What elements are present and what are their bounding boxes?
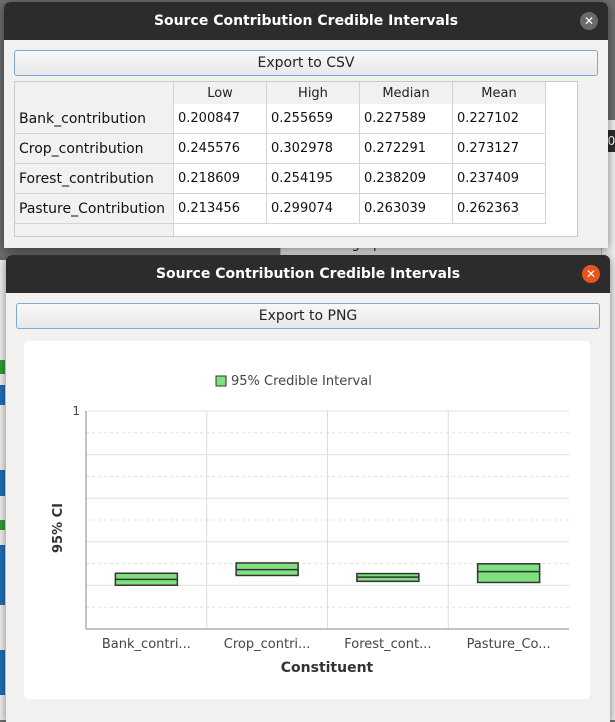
table-cell[interactable]: 0.245576 [173, 133, 267, 164]
table-cell[interactable]: 0.227102 [452, 104, 546, 134]
table-cell[interactable]: 0.218609 [173, 163, 267, 194]
row-header-empty [15, 223, 174, 236]
chart-window: Source Contribution Credible Intervals ✕… [6, 255, 610, 722]
table-cell[interactable]: 0.255659 [266, 104, 360, 134]
table-cell[interactable]: 0.302978 [266, 133, 360, 164]
gridlines [86, 410, 569, 629]
table-cell[interactable]: 0.273127 [452, 133, 546, 164]
x-tick-label: Pasture_Co... [467, 637, 551, 652]
table-row: Pasture_Contribution 0.213456 0.299074 0… [15, 193, 546, 224]
column-header-mean[interactable]: Mean [452, 82, 546, 104]
x-axis-label: Constituent [281, 660, 374, 676]
row-header[interactable]: Pasture_Contribution [15, 193, 174, 224]
chart-panel: 95% Credible Interval 1 Bank_contri... Cro… [24, 341, 590, 699]
table-cell[interactable]: 0.238209 [359, 163, 453, 194]
chart-window-title: Source Contribution Credible Intervals [155, 266, 461, 282]
background-marker [0, 385, 5, 405]
x-tick-label: Crop_contri... [224, 637, 311, 652]
table-row: Crop_contribution 0.245576 0.302978 0.27… [15, 133, 546, 164]
table-cell[interactable]: 0.263039 [359, 193, 453, 224]
background-marker [0, 650, 5, 695]
row-header[interactable]: Bank_contribution [15, 104, 174, 134]
close-icon[interactable]: ✕ [582, 265, 600, 283]
table-window: Source Contribution Credible Intervals ✕… [4, 2, 608, 248]
table-cell[interactable]: 0.237409 [452, 163, 546, 194]
table-window-titlebar[interactable]: Source Contribution Credible Intervals ✕ [4, 2, 608, 40]
table-cell[interactable]: 0.254195 [266, 163, 360, 194]
table-row: Forest_contribution 0.218609 0.254195 0.… [15, 163, 546, 194]
table-empty-area [174, 224, 546, 237]
legend-label: 95% Credible Interval [231, 374, 372, 389]
table-window-title: Source Contribution Credible Intervals [153, 13, 459, 29]
row-header[interactable]: Crop_contribution [15, 133, 174, 164]
table-cell[interactable]: 0.299074 [266, 193, 360, 224]
background-marker [0, 470, 5, 496]
column-header-median[interactable]: Median [359, 82, 453, 104]
table-cell[interactable]: 0.272291 [359, 133, 453, 164]
table-cell[interactable]: 0.213456 [173, 193, 267, 224]
table-cell[interactable]: 0.200847 [173, 104, 267, 134]
export-csv-button[interactable]: Export to CSV [14, 50, 598, 76]
table-header-row: Low High Median Mean [15, 82, 546, 104]
table-corner [15, 82, 174, 104]
close-icon[interactable]: ✕ [580, 12, 598, 30]
column-header-high[interactable]: High [266, 82, 360, 104]
y-tick-label: 1 [72, 404, 80, 418]
table-cell[interactable]: 0.227589 [359, 104, 453, 134]
legend-swatch [215, 375, 227, 387]
background-marker [0, 520, 5, 530]
background-marker [0, 545, 5, 605]
background-marker [0, 360, 5, 374]
export-png-button[interactable]: Export to PNG [16, 303, 600, 329]
credible-interval-table: Low High Median Mean Bank_contribution 0… [14, 81, 578, 237]
y-axis-label: 95% CI [51, 503, 66, 553]
table-empty-row [15, 223, 546, 237]
credible-interval-chart: 95% Credible Interval 1 Bank_contri... Cro… [51, 374, 569, 676]
chart-window-titlebar[interactable]: Source Contribution Credible Intervals ✕ [6, 255, 610, 293]
row-header[interactable]: Forest_contribution [15, 163, 174, 194]
table-cell[interactable]: 0.262363 [452, 193, 546, 224]
column-header-low[interactable]: Low [173, 82, 267, 104]
x-tick-label: Bank_contri... [102, 637, 191, 652]
axis-ticks: 1 Bank_contri... Crop_contri... Forest_cont… [72, 404, 550, 652]
ci-box [476, 563, 541, 584]
table-row: Bank_contribution 0.200847 0.255659 0.22… [15, 104, 546, 134]
x-tick-label: Forest_cont... [344, 637, 431, 652]
legend: 95% Credible Interval [215, 374, 372, 389]
